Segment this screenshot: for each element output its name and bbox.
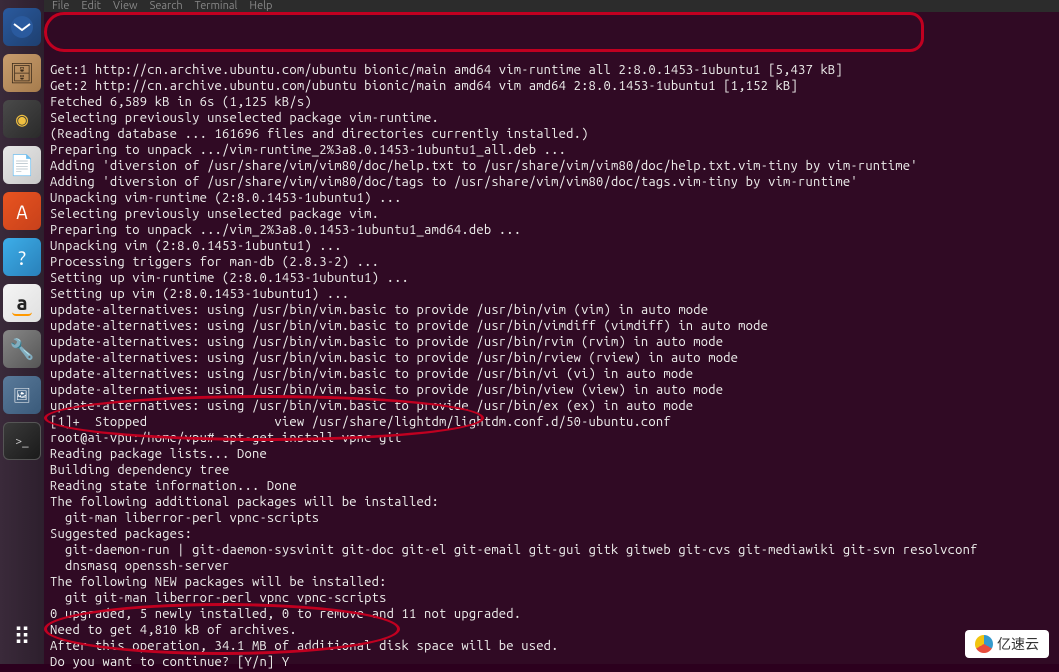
- menu-view[interactable]: View: [113, 0, 138, 12]
- terminal-menubar: File Edit View Search Terminal Help: [44, 0, 1059, 12]
- terminal-line: Adding 'diversion of /usr/share/vim/vim8…: [50, 174, 1053, 190]
- terminal-line: update-alternatives: using /usr/bin/vim.…: [50, 382, 1053, 398]
- writer-icon[interactable]: 📄: [3, 146, 41, 184]
- menu-edit[interactable]: Edit: [81, 0, 101, 12]
- files-icon[interactable]: 🗄: [3, 54, 41, 92]
- terminal-line: Get:1 http://cn.archive.ubuntu.com/ubunt…: [50, 62, 1053, 78]
- terminal-line: Setting up vim-runtime (2:8.0.1453-1ubun…: [50, 270, 1053, 286]
- terminal-line: Unpacking vim (2:8.0.1453-1ubuntu1) ...: [50, 238, 1053, 254]
- terminal-line: The following additional packages will b…: [50, 494, 1053, 510]
- terminal-line: Reading state information... Done: [50, 478, 1053, 494]
- terminal-line: Selecting previously unselected package …: [50, 110, 1053, 126]
- terminal-line: git-daemon-run | git-daemon-sysvinit git…: [50, 542, 1053, 558]
- terminal-line: The following NEW packages will be insta…: [50, 574, 1053, 590]
- watermark-logo-icon: [975, 635, 993, 653]
- menu-file[interactable]: File: [52, 0, 69, 12]
- menu-help[interactable]: Help: [249, 0, 272, 12]
- watermark-badge: 亿速云: [965, 630, 1049, 658]
- terminal-line: update-alternatives: using /usr/bin/vim.…: [50, 334, 1053, 350]
- terminal-line: Preparing to unpack .../vim_2%3a8.0.1453…: [50, 222, 1053, 238]
- terminal-line: update-alternatives: using /usr/bin/vim.…: [50, 318, 1053, 334]
- terminal-line: Reading package lists... Done: [50, 446, 1053, 462]
- watermark-text: 亿速云: [997, 634, 1039, 654]
- amazon-icon[interactable]: a: [3, 284, 41, 322]
- terminal-line: Preparing to unpack .../vim-runtime_2%3a…: [50, 142, 1053, 158]
- terminal-line: Do you want to continue? [Y/n] Y: [50, 654, 1053, 670]
- terminal-line: update-alternatives: using /usr/bin/vim.…: [50, 302, 1053, 318]
- terminal-line: Selecting previously unselected package …: [50, 206, 1053, 222]
- terminal-line: Setting up vim (2:8.0.1453-1ubuntu1) ...: [50, 286, 1053, 302]
- terminal-line: Get:2 http://cn.archive.ubuntu.com/ubunt…: [50, 78, 1053, 94]
- terminal-line: Need to get 4,810 kB of archives.: [50, 622, 1053, 638]
- terminal-line: 0 upgraded, 5 newly installed, 0 to remo…: [50, 606, 1053, 622]
- unity-launcher: 🗄 ◉ 📄 A ? a 🔧 🖼 >_ ⠿: [0, 0, 44, 664]
- terminal-line: [1]+ Stopped view /usr/share/lightdm/lig…: [50, 414, 1053, 430]
- menu-search[interactable]: Search: [150, 0, 183, 12]
- terminal-content[interactable]: Get:1 http://cn.archive.ubuntu.com/ubunt…: [44, 12, 1059, 672]
- terminal-line: update-alternatives: using /usr/bin/vim.…: [50, 366, 1053, 382]
- terminal-line: (Reading database ... 161696 files and d…: [50, 126, 1053, 142]
- terminal-line: update-alternatives: using /usr/bin/vim.…: [50, 398, 1053, 414]
- system-settings-icon[interactable]: 🔧: [3, 330, 41, 368]
- terminal-line: update-alternatives: using /usr/bin/vim.…: [50, 350, 1053, 366]
- terminal-line: dnsmasq openssh-server: [50, 558, 1053, 574]
- terminal-line: Processing triggers for man-db (2.8.3-2)…: [50, 254, 1053, 270]
- ubuntu-software-icon[interactable]: A: [3, 192, 41, 230]
- terminal-line: Fetched 6,589 kB in 6s (1,125 kB/s): [50, 94, 1053, 110]
- help-icon[interactable]: ?: [3, 238, 41, 276]
- image-viewer-icon[interactable]: 🖼: [3, 376, 41, 414]
- terminal-line: Unpacking vim-runtime (2:8.0.1453-1ubunt…: [50, 190, 1053, 206]
- terminal-line: Building dependency tree: [50, 462, 1053, 478]
- thunderbird-icon[interactable]: [3, 8, 41, 46]
- terminal-line: git git-man liberror-perl vpnc vpnc-scri…: [50, 590, 1053, 606]
- terminal-window: File Edit View Search Terminal Help Get:…: [44, 0, 1059, 664]
- menu-terminal[interactable]: Terminal: [195, 0, 238, 12]
- terminal-launcher-icon[interactable]: >_: [3, 422, 41, 460]
- terminal-line: Adding 'diversion of /usr/share/vim/vim8…: [50, 158, 1053, 174]
- terminal-line: git-man liberror-perl vpnc-scripts: [50, 510, 1053, 526]
- terminal-line: Suggested packages:: [50, 526, 1053, 542]
- terminal-line: After this operation, 34.1 MB of additio…: [50, 638, 1053, 654]
- show-apps-icon[interactable]: ⠿: [3, 618, 41, 656]
- rhythmbox-icon[interactable]: ◉: [3, 100, 41, 138]
- terminal-line: root@ai-vpu:/home/vpu# apt-get install v…: [50, 430, 1053, 446]
